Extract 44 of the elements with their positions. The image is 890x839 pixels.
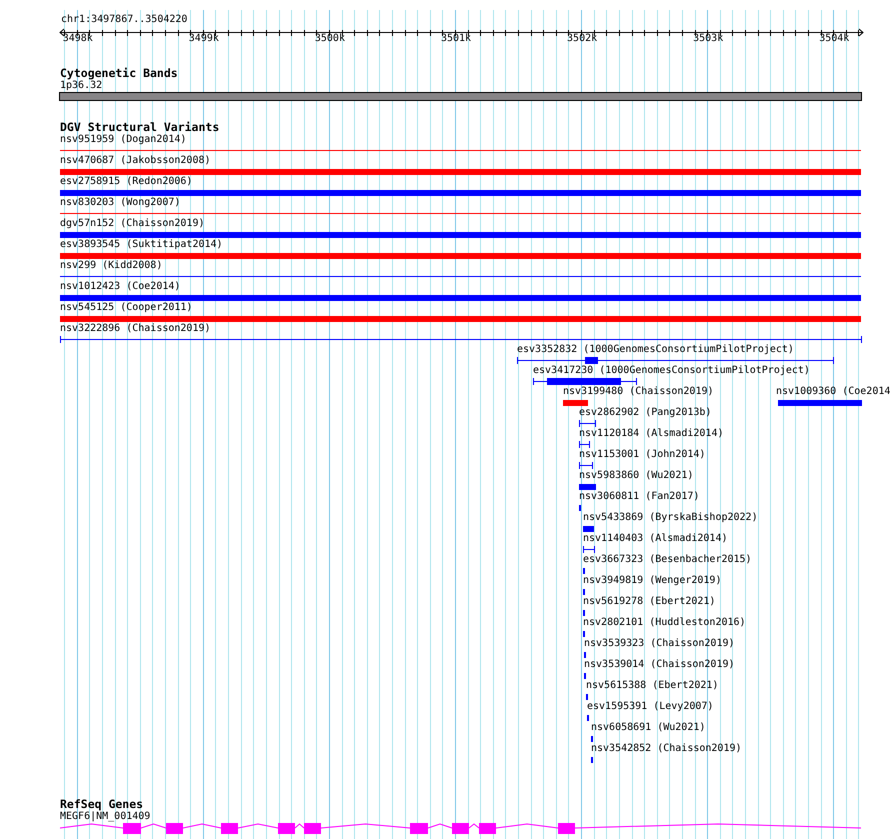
feature-label: esv3893545 (Suktitipat2014) [60,239,223,251]
ruler-tick-label: 3501k [440,33,472,45]
ruler-tick-label: 3498k [62,33,93,45]
feature-label: nsv3199480 (Chaisson2019) [563,386,714,398]
ruler-tick-label: 3499k [188,33,219,45]
feature-label: nsv6058691 (Wu2021) [591,722,706,734]
feature-label: nsv1140403 (Alsmadi2014) [583,533,728,545]
feature-label: esv1595391 (Levy2007) [587,701,714,713]
ruler-tick-label: 3504k [819,33,850,45]
feature-label: nsv545125 (Cooper2011) [60,302,192,314]
ruler-tick-label: 3502k [567,33,598,45]
feature-label: esv2862902 (Pang2013b) [579,407,712,419]
track-title: Cytogenetic Bands [60,66,178,80]
feature-label: nsv5983860 (Wu2021) [579,470,694,482]
track-title: RefSeq Genes [60,797,144,811]
feature-label: nsv470687 (Jakobsson2008) [60,155,211,167]
gene-label: MEGF6|NM_001409 [60,811,150,823]
feature-label: dgv57n152 (Chaisson2019) [60,218,204,230]
band-label: 1p36.32 [60,80,102,92]
feature-label: nsv1009360 (Coe2014 [776,386,890,398]
feature-label: nsv2802101 (Huddleston2016) [583,617,746,629]
feature-label: nsv5615388 (Ebert2021) [586,680,718,692]
location-label: chr1:3497867..3504220 [61,14,188,26]
feature-label: nsv5619278 (Ebert2021) [583,596,716,608]
feature-label: nsv299 (Kidd2008) [60,260,162,272]
feature-label: nsv1153001 (John2014) [579,449,706,461]
ruler-tick-label: 3503k [693,33,724,45]
feature-label: nsv3539323 (Chaisson2019) [584,638,735,650]
feature-label: nsv1012423 (Coe2014) [60,281,180,293]
ruler-tick-label: 3500k [314,33,345,45]
feature-label: nsv3060811 (Fan2017) [579,491,700,503]
track-title: DGV Structural Variants [60,120,220,134]
feature-label: esv3667323 (Besenbacher2015) [583,554,752,566]
feature-label: nsv5433869 (ByrskaBishop2022) [583,512,758,524]
feature-label: nsv3542852 (Chaisson2019) [591,743,742,755]
feature-label: esv3352832 (1000GenomesConsortiumPilotProject) [517,344,794,356]
feature-label: esv2758915 (Redon2006) [60,176,192,188]
feature-label: esv3417230 (1000GenomesConsortiumPilotProject) [533,365,810,377]
feature-label: nsv3222896 (Chaisson2019) [60,323,211,335]
feature-label: nsv3539014 (Chaisson2019) [584,659,735,671]
feature-label: nsv3949819 (Wenger2019) [583,575,722,587]
feature-label: nsv830203 (Wong2007) [60,197,180,209]
feature-label: nsv951959 (Dogan2014) [60,134,186,146]
feature-label: nsv1120184 (Alsmadi2014) [579,428,724,440]
